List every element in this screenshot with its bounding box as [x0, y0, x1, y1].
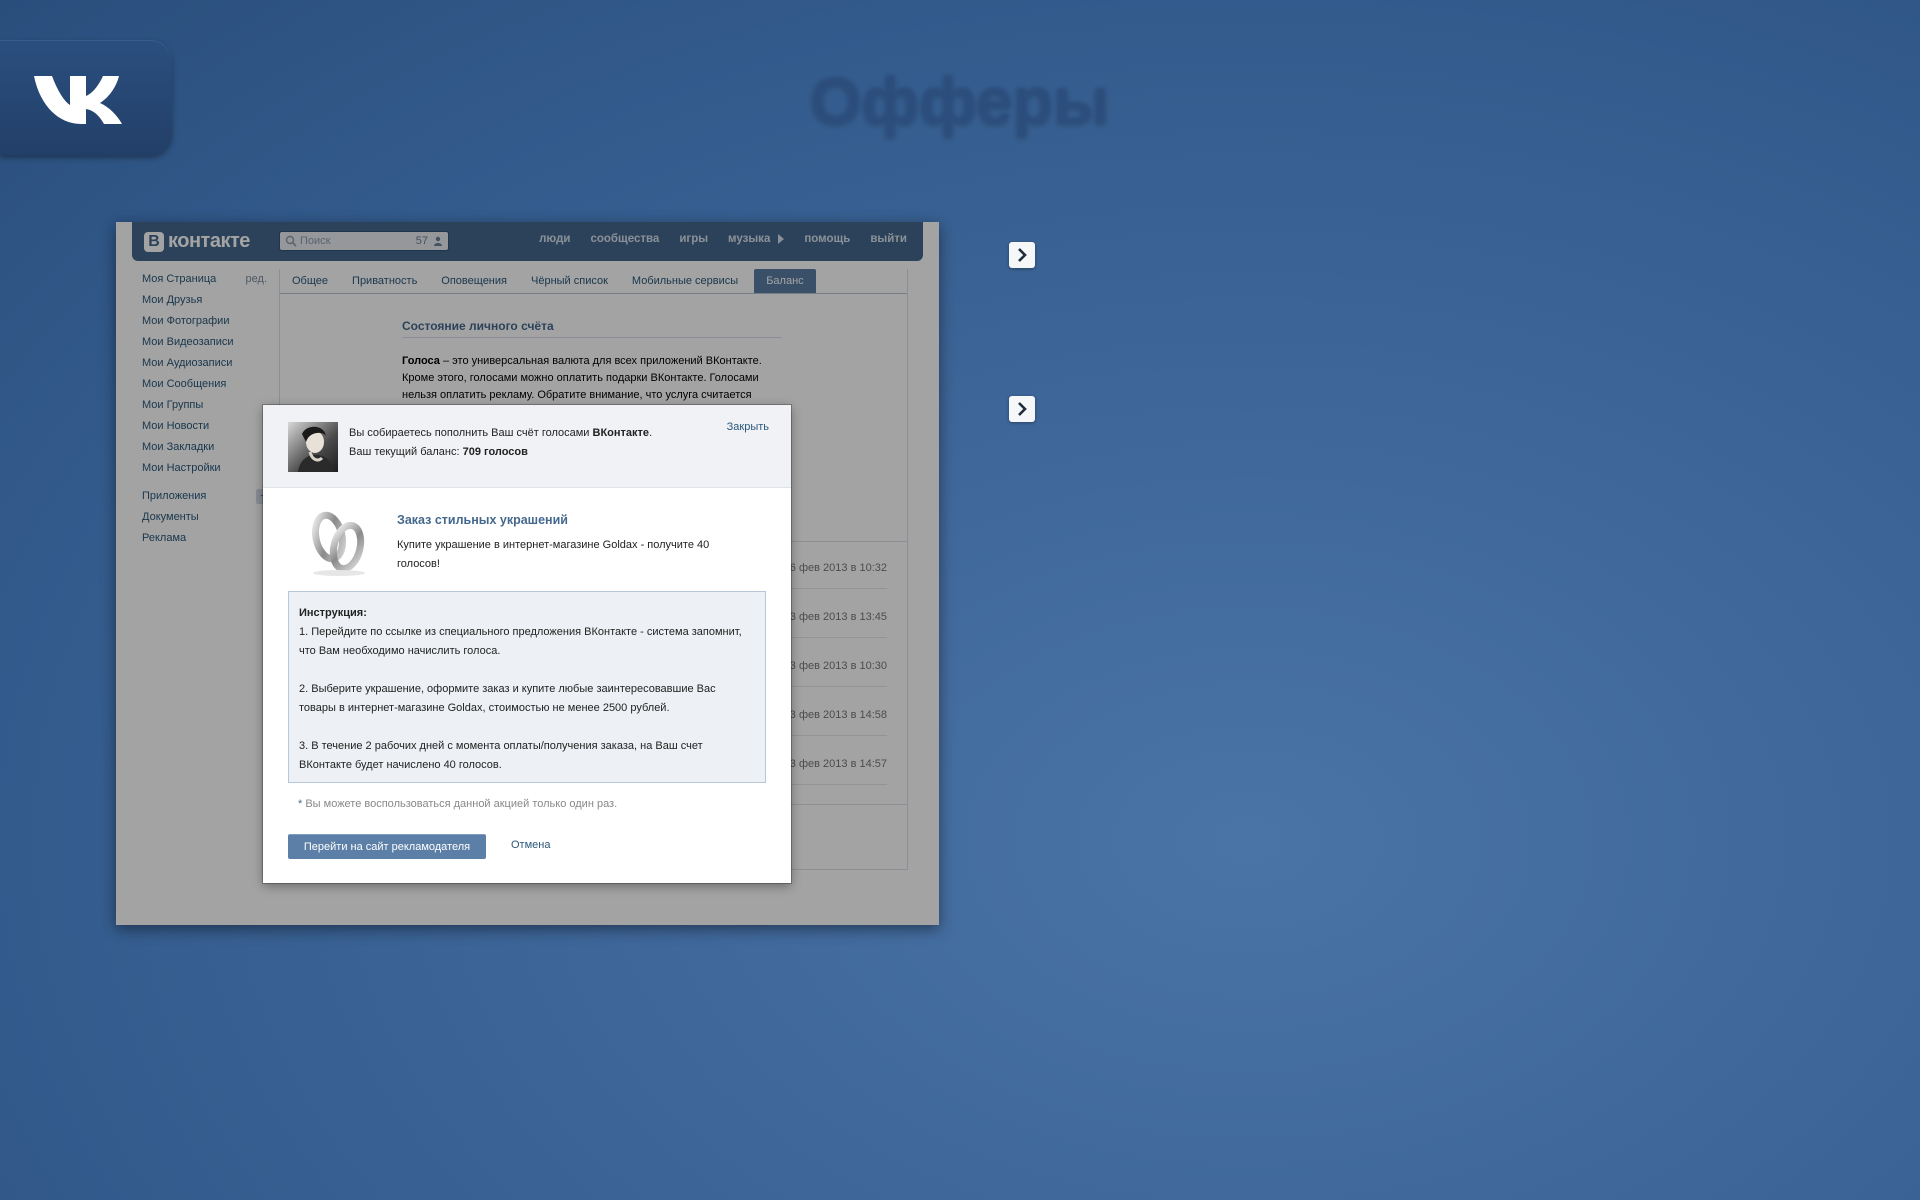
- offer-title: Заказ стильных украшений: [397, 513, 568, 527]
- next-arrow-button[interactable]: [1009, 242, 1035, 268]
- portrait-icon: [298, 426, 334, 472]
- go-to-advertiser-button[interactable]: Перейти на сайт рекламодателя: [288, 834, 486, 859]
- vk-logo-icon: [34, 76, 122, 124]
- offer-description: Купите украшение в интернет-магазине Gol…: [397, 539, 710, 570]
- header-line1-text: Вы собираетесь пополнить Ваш счёт голоса…: [349, 427, 593, 439]
- rings-icon: [303, 507, 375, 580]
- instructions-box: Инструкция: 1. Перейдите по ссылке из сп…: [288, 591, 766, 783]
- chevron-right-icon: [1018, 248, 1027, 262]
- vk-screenshot: В контакте Поиск 57 люди сообщества игры…: [116, 222, 939, 925]
- slide-title: Офферы: [810, 63, 1110, 137]
- chevron-right-icon: [1018, 402, 1027, 416]
- instruction-step: 2. Выберите украшение, оформите заказ и …: [299, 683, 716, 714]
- instruction-step: 3. В течение 2 рабочих дней с момента оп…: [299, 740, 703, 771]
- close-link[interactable]: Закрыть: [727, 421, 769, 433]
- next-arrow-button-2[interactable]: [1009, 396, 1035, 422]
- note-text: Вы можете воспользоваться данной акцией …: [302, 798, 618, 810]
- one-time-note: * Вы можете воспользоваться данной акцие…: [298, 798, 617, 810]
- offer-dialog: Вы собираетесь пополнить Ваш счёт голоса…: [263, 405, 791, 883]
- instruction-step: 1. Перейдите по ссылке из специального п…: [299, 626, 742, 657]
- instructions-title: Инструкция:: [299, 607, 367, 619]
- header-line1-brand: ВКонтакте: [592, 427, 650, 439]
- cancel-button[interactable]: Отмена: [511, 839, 550, 851]
- vk-logo-badge: [0, 40, 172, 155]
- balance-label: Ваш текущий баланс:: [349, 446, 463, 458]
- balance-value: 709 голосов: [462, 446, 528, 458]
- dialog-header: Вы собираетесь пополнить Ваш счёт голоса…: [263, 405, 791, 488]
- current-balance: Ваш текущий баланс: 709 голосов: [349, 446, 528, 458]
- avatar: [288, 422, 338, 472]
- header-line1-end: .: [649, 427, 653, 439]
- dialog-header-text: Вы собираетесь пополнить Ваш счёт голоса…: [349, 427, 652, 439]
